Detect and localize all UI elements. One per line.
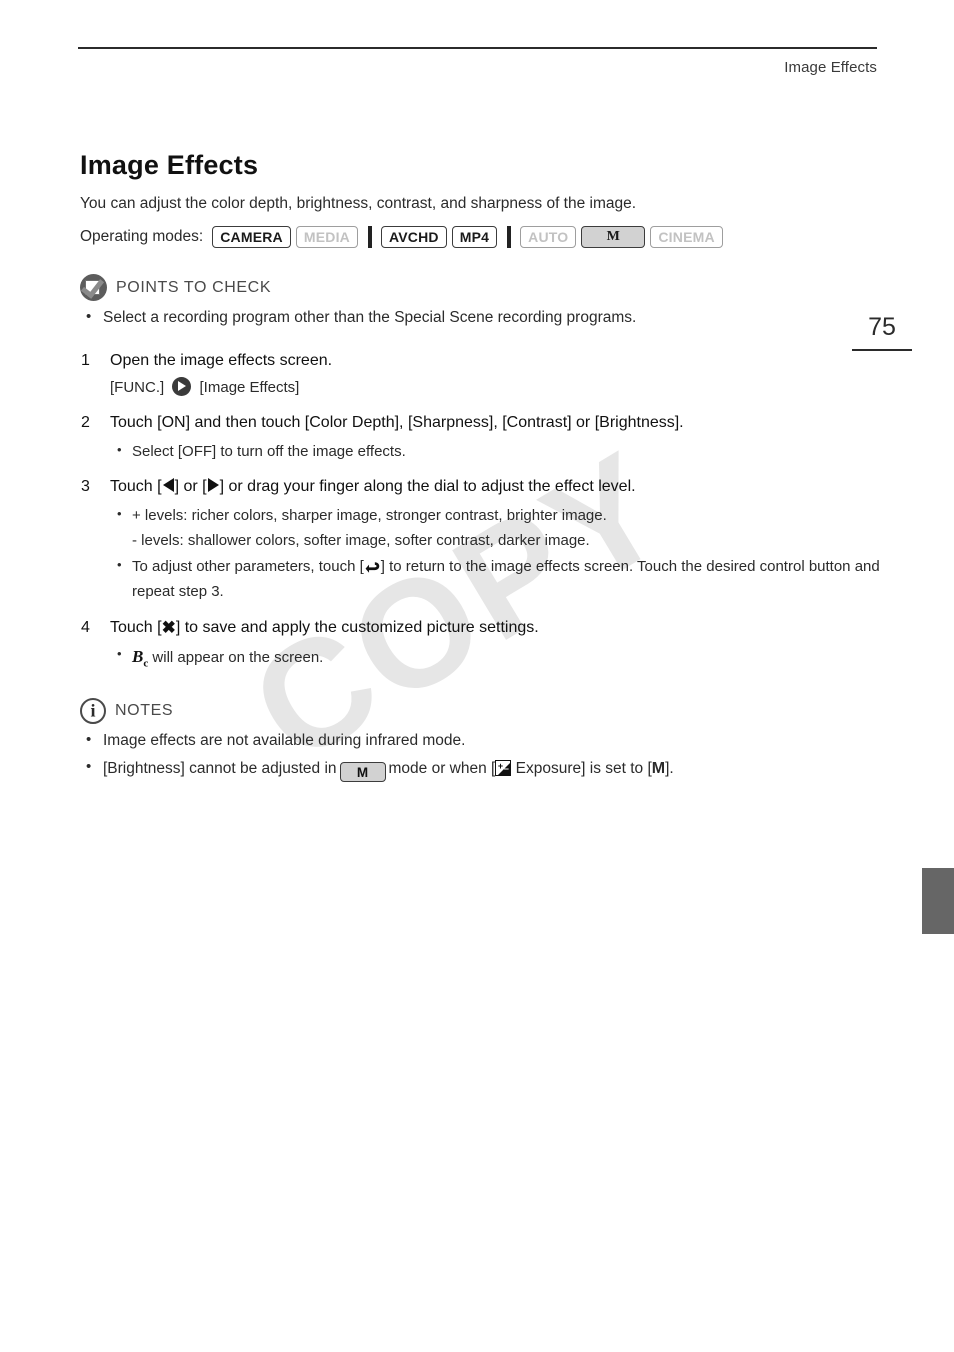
mode-badge-media: MEDIA [295, 226, 358, 248]
step-text-part-a: Touch [ [110, 618, 162, 636]
list-item: Bc will appear on the screen. [110, 645, 880, 672]
step-2: 2 Touch [ON] and then touch [Color Depth… [80, 411, 880, 462]
info-circle-icon [80, 698, 106, 725]
points-to-check-header: POINTS TO CHECK [80, 274, 880, 301]
list-item: + levels: richer colors, sharper image, … [110, 505, 880, 527]
note-part-a: [Brightness] cannot be adjusted in [103, 759, 337, 777]
check-square-icon [80, 274, 107, 301]
intro-paragraph: You can adjust the color depth, brightne… [80, 195, 637, 212]
step-text-part-c: ] or drag your finger along the dial to … [219, 478, 636, 496]
arrow-right-icon [207, 478, 219, 493]
list-item: Select a recording program other than th… [80, 306, 880, 329]
notes-label: NOTES [115, 702, 174, 720]
step-3-bullets: + levels: richer colors, sharper image, … [110, 505, 880, 603]
step-number: 1 [81, 352, 90, 370]
close-x-icon: ✖ [161, 617, 176, 637]
back-note-part-a: To adjust other parameters, touch [ [132, 558, 364, 576]
step-2-bullets: Select [OFF] to turn off the image effec… [110, 441, 880, 463]
step-1-menu-path: [FUNC.] [Image Effects] [110, 376, 880, 399]
step-text: Touch [ON] and then touch [Color Depth],… [110, 414, 684, 432]
mode-badge-avchd: AVCHD [381, 226, 447, 248]
step-text-part-a: Touch [ [110, 478, 162, 496]
list-item: Image effects are not available during i… [80, 729, 880, 752]
list-item: Select [OFF] to turn off the image effec… [110, 441, 880, 463]
list-item: To adjust other parameters, touch [] to … [110, 556, 880, 603]
step-4-bullet-tail: will appear on the screen. [148, 648, 324, 666]
step-number: 3 [81, 478, 90, 496]
list-item: [Brightness] cannot be adjusted inMmode … [80, 756, 880, 783]
step-text: Open the image effects screen. [110, 352, 333, 370]
menu-path-suffix: [Image Effects] [199, 378, 300, 396]
note-part-c: ]. [665, 759, 674, 777]
points-to-check-block: POINTS TO CHECK Select a recording progr… [80, 274, 880, 329]
list-item: - levels: shallower colors, softer image… [132, 532, 590, 550]
page-content: Image Effects You can adjust the color d… [80, 150, 880, 783]
picture-settings-icon: Bc [132, 646, 149, 670]
func-arrow-icon [172, 376, 192, 396]
operating-modes-row: Operating modes: CAMERA MEDIA AVCHD MP4 … [80, 226, 880, 248]
exposure-icon: + − [495, 759, 512, 776]
operating-modes-label: Operating modes: [80, 228, 204, 245]
points-to-check-list: Select a recording program other than th… [80, 306, 880, 329]
arrow-left-icon [162, 478, 174, 493]
mode-badge-cinema: CINEMA [650, 226, 723, 248]
return-arrow-icon [365, 559, 380, 581]
mode-badge-camera: CAMERA [212, 226, 291, 248]
document-page: Image Effects COPY 75 Image Effects You … [0, 0, 954, 1352]
step-number: 4 [81, 618, 90, 636]
note-exposure-label: Exposure] is set to [ [515, 759, 652, 777]
mode-badge-m-inline: M [339, 762, 386, 783]
mode-badge-m: M [581, 226, 646, 248]
step-1: 1 Open the image effects screen. [FUNC.]… [80, 349, 880, 398]
points-to-check-label: POINTS TO CHECK [116, 278, 272, 296]
note-part-b: mode or when [ [388, 759, 496, 777]
step-text-part-b: ] to save and apply the customized pictu… [175, 618, 539, 636]
chapter-edge-tab [922, 868, 954, 934]
mode-separator-1 [368, 226, 372, 248]
step-number: 2 [81, 414, 90, 432]
running-header-title: Image Effects [784, 59, 877, 76]
notes-list: Image effects are not available during i… [80, 729, 880, 783]
notes-block: NOTES Image effects are not available du… [80, 698, 880, 783]
page-title: Image Effects [80, 150, 259, 180]
mode-badge-mp4: MP4 [451, 226, 498, 248]
step-text-part-b: ] or [ [174, 478, 207, 496]
step-3: 3 Touch [ ] or [ ] or drag your finger alo… [80, 475, 880, 602]
procedure-steps: 1 Open the image effects screen. [FUNC.]… [80, 349, 880, 672]
menu-path-prefix: [FUNC.] [110, 378, 165, 396]
note-m-value: M [651, 759, 666, 777]
step-4: 4 Touch [✖] to save and apply the custom… [80, 616, 880, 673]
step-4-bullets: Bc will appear on the screen. [110, 645, 880, 672]
mode-separator-2 [507, 226, 512, 248]
notes-header: NOTES [80, 698, 880, 725]
mode-badge-auto: AUTO [520, 226, 577, 248]
header-rule [78, 47, 877, 49]
